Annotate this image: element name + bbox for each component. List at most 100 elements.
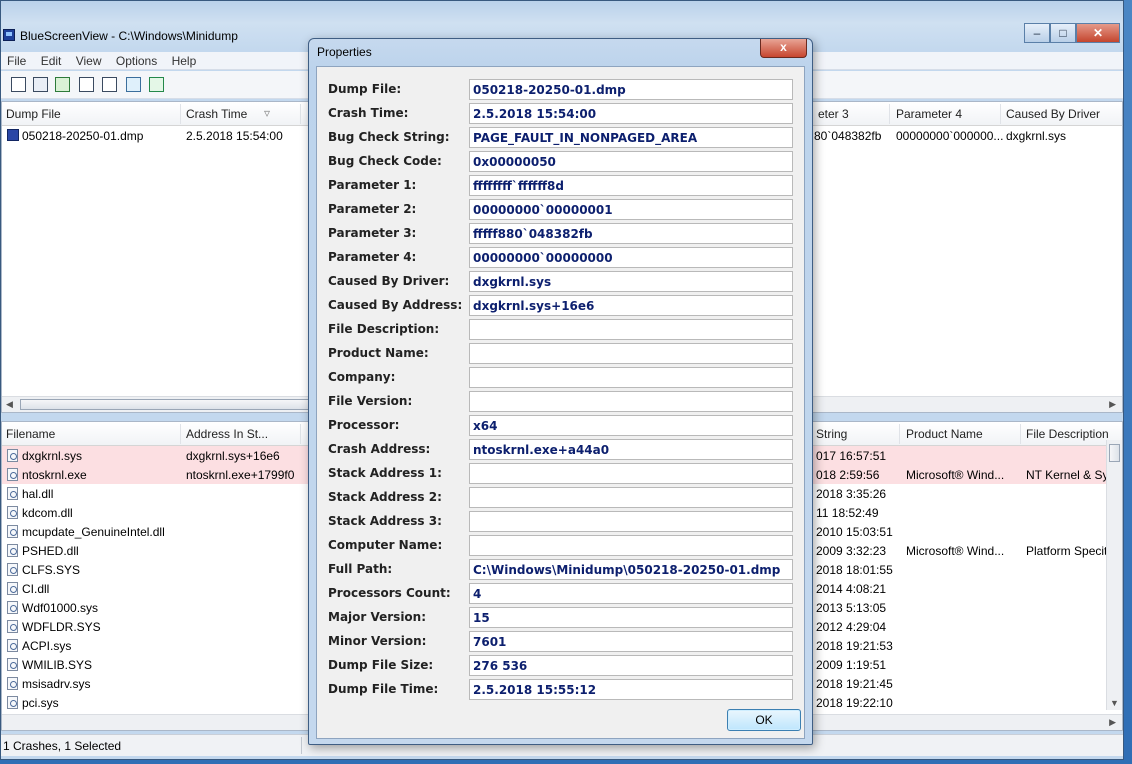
- property-row: Product Name:: [317, 342, 804, 364]
- module-file-icon: [7, 544, 18, 557]
- menu-file[interactable]: File: [1, 52, 26, 68]
- module-time: 2014 4:08:21: [816, 582, 887, 596]
- module-time: 2009 1:19:51: [816, 658, 887, 672]
- property-value-field[interactable]: dxgkrnl.sys: [469, 271, 793, 292]
- copy-icon[interactable]: [79, 77, 94, 92]
- property-value-field[interactable]: [469, 319, 793, 340]
- property-value-field[interactable]: 00000000`00000000: [469, 247, 793, 268]
- menu-view[interactable]: View: [70, 52, 102, 68]
- property-value-field[interactable]: fffff880`048382fb: [469, 223, 793, 244]
- col-filename[interactable]: Filename: [6, 427, 55, 441]
- close-window-button[interactable]: ✕: [1076, 23, 1120, 43]
- module-time: 11 18:52:49: [816, 506, 879, 520]
- property-row: Dump File Size: 276 536: [317, 654, 804, 676]
- module-list-vscrollbar[interactable]: ▼: [1106, 440, 1122, 710]
- property-value-field[interactable]: x64: [469, 415, 793, 436]
- property-row: Company:: [317, 366, 804, 388]
- property-value-field[interactable]: [469, 367, 793, 388]
- property-value-field[interactable]: 00000000`00000001: [469, 199, 793, 220]
- property-value-field[interactable]: 050218-20250-01.dmp: [469, 79, 793, 100]
- col-dump-file[interactable]: Dump File: [6, 107, 61, 121]
- col-address-in-stack[interactable]: Address In St...: [186, 427, 268, 441]
- col-crash-time[interactable]: Crash Time: [186, 107, 247, 121]
- property-row: Processor: x64: [317, 414, 804, 436]
- module-description: Platform Specit: [1026, 544, 1108, 558]
- property-value-field[interactable]: 4: [469, 583, 793, 604]
- module-file-icon: [7, 658, 18, 671]
- property-row: Computer Name:: [317, 534, 804, 556]
- property-label: Major Version:: [328, 610, 427, 624]
- property-value-field[interactable]: [469, 391, 793, 412]
- property-value-field[interactable]: ffffffff`ffffff8d: [469, 175, 793, 196]
- module-file-icon: [7, 620, 18, 633]
- module-filename: PSHED.dll: [22, 544, 79, 558]
- module-file-icon: [7, 468, 18, 481]
- property-value-field[interactable]: PAGE_FAULT_IN_NONPAGED_AREA: [469, 127, 793, 148]
- col-file-description[interactable]: File Description: [1026, 427, 1109, 441]
- scroll-right-icon[interactable]: ▶: [1109, 717, 1116, 728]
- property-value-field[interactable]: [469, 511, 793, 532]
- vscroll-thumb[interactable]: [1109, 444, 1120, 462]
- module-time: 2018 19:21:45: [816, 677, 893, 691]
- col-caused-by-driver[interactable]: Caused By Driver: [1006, 107, 1100, 121]
- property-row: Crash Address: ntoskrnl.exe+a44a0: [317, 438, 804, 460]
- property-value-field[interactable]: 7601: [469, 631, 793, 652]
- minimize-button[interactable]: –: [1024, 23, 1050, 43]
- property-value-field[interactable]: 0x00000050: [469, 151, 793, 172]
- property-label: Computer Name:: [328, 538, 443, 552]
- property-label: Parameter 3:: [328, 226, 417, 240]
- property-label: Stack Address 1:: [328, 466, 442, 480]
- status-text: 1 Crashes, 1 Selected: [3, 739, 122, 753]
- property-label: Crash Time:: [328, 106, 409, 120]
- property-value-field[interactable]: dxgkrnl.sys+16e6: [469, 295, 793, 316]
- module-description: NT Kernel & Sy: [1026, 468, 1109, 482]
- property-row: Caused By Address: dxgkrnl.sys+16e6: [317, 294, 804, 316]
- property-value-field[interactable]: 15: [469, 607, 793, 628]
- col-parameter-4[interactable]: Parameter 4: [896, 107, 962, 121]
- module-time: 2013 5:13:05: [816, 601, 887, 615]
- options-icon[interactable]: [102, 77, 117, 92]
- menu-edit[interactable]: Edit: [35, 52, 62, 68]
- module-file-icon: [7, 696, 18, 709]
- refresh-icon[interactable]: [55, 77, 70, 92]
- module-time: 2018 19:21:53: [816, 639, 893, 653]
- col-parameter-3[interactable]: eter 3: [818, 107, 849, 121]
- property-value-field[interactable]: [469, 343, 793, 364]
- exit-icon[interactable]: [149, 77, 164, 92]
- module-filename: ntoskrnl.exe: [22, 468, 87, 482]
- property-label: Parameter 1:: [328, 178, 417, 192]
- dialog-close-button[interactable]: x: [760, 39, 807, 58]
- properties-icon[interactable]: [11, 77, 26, 92]
- scroll-down-icon[interactable]: ▼: [1110, 698, 1119, 708]
- maximize-button[interactable]: □: [1050, 23, 1076, 43]
- menu-options[interactable]: Options: [110, 52, 157, 68]
- property-value-field[interactable]: C:\Windows\Minidump\050218-20250-01.dmp: [469, 559, 793, 580]
- col-product-name[interactable]: Product Name: [906, 427, 983, 441]
- property-value-field[interactable]: 2.5.2018 15:55:12: [469, 679, 793, 700]
- module-filename: ACPI.sys: [22, 639, 72, 653]
- module-filename: hal.dll: [22, 487, 54, 501]
- crash-row-driver: dxgkrnl.sys: [1006, 129, 1067, 143]
- scroll-right-icon[interactable]: ▶: [1109, 399, 1116, 410]
- ok-button[interactable]: OK: [727, 709, 801, 731]
- module-file-icon: [7, 449, 18, 462]
- property-value-field[interactable]: 2.5.2018 15:54:00: [469, 103, 793, 124]
- module-address: dxgkrnl.sys+16e6: [186, 449, 280, 463]
- find-icon[interactable]: [126, 77, 141, 92]
- col-timestamp-string[interactable]: String: [816, 427, 847, 441]
- property-label: Caused By Driver:: [328, 274, 450, 288]
- property-label: Stack Address 2:: [328, 490, 442, 504]
- menu-help[interactable]: Help: [166, 52, 197, 68]
- property-value-field[interactable]: ntoskrnl.exe+a44a0: [469, 439, 793, 460]
- module-file-icon: [7, 487, 18, 500]
- property-value-field[interactable]: [469, 463, 793, 484]
- dialog-title: Properties: [317, 45, 372, 59]
- property-value-field[interactable]: [469, 535, 793, 556]
- save-icon[interactable]: [33, 77, 48, 92]
- property-label: Product Name:: [328, 346, 429, 360]
- property-value-field[interactable]: [469, 487, 793, 508]
- property-value-field[interactable]: 276 536: [469, 655, 793, 676]
- dialog-body: Dump File: 050218-20250-01.dmp Crash Time:…: [316, 66, 805, 739]
- module-filename: WMILIB.SYS: [22, 658, 93, 672]
- scroll-left-icon[interactable]: ◀: [6, 399, 13, 410]
